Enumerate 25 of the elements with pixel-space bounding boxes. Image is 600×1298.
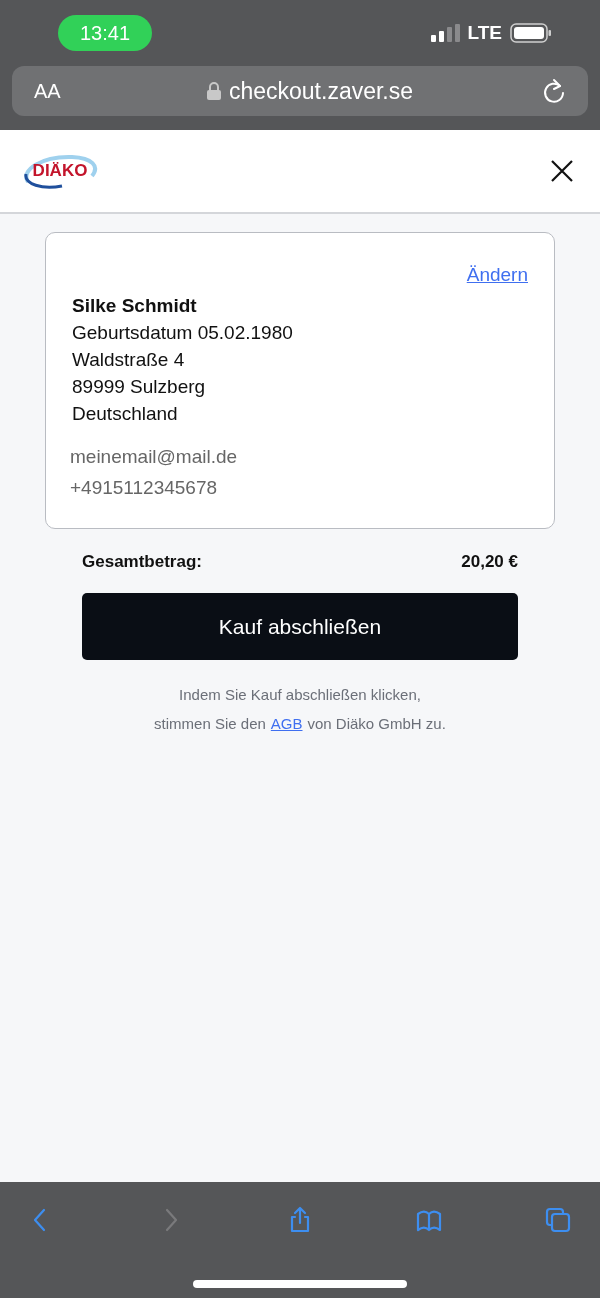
text-size-button[interactable]: AA <box>34 76 94 106</box>
contact-line: +4915112345678 <box>70 475 219 500</box>
address-bar[interactable]: AA checkout.zaver.se <box>12 66 588 116</box>
lock-icon <box>206 82 221 100</box>
url-text: checkout.zaver.se <box>228 76 414 106</box>
contact-line: meinemail@mail.de <box>70 444 239 469</box>
agb-link[interactable]: AGB <box>270 712 303 735</box>
change-link[interactable]: Ändern <box>466 261 528 290</box>
network-label: LTE <box>467 20 502 45</box>
logo: DIÄKO <box>22 152 98 190</box>
address-line: 89999 Sulzberg <box>72 374 207 399</box>
terms-text: stimmen Sie den <box>154 713 266 734</box>
purchase-button[interactable]: Kauf abschließen <box>82 593 518 660</box>
battery-icon <box>510 23 552 43</box>
reload-icon[interactable] <box>542 78 566 104</box>
address-line: Deutschland <box>72 401 179 426</box>
address-line: Waldstraße 4 <box>72 347 186 372</box>
terms-text: von Diäko GmbH zu. <box>307 713 446 734</box>
customer-name: Silke Schmidt <box>72 293 198 318</box>
status-time: 13:41 <box>58 15 153 51</box>
signal-icon <box>429 24 460 42</box>
total-label: Gesamtbetrag: <box>82 550 202 573</box>
total-amount: 20,20 € <box>461 550 518 573</box>
terms-text: Indem Sie Kauf abschließen klicken, <box>179 685 421 705</box>
address-line: Geburtsdatum 05.02.1980 <box>72 320 294 345</box>
